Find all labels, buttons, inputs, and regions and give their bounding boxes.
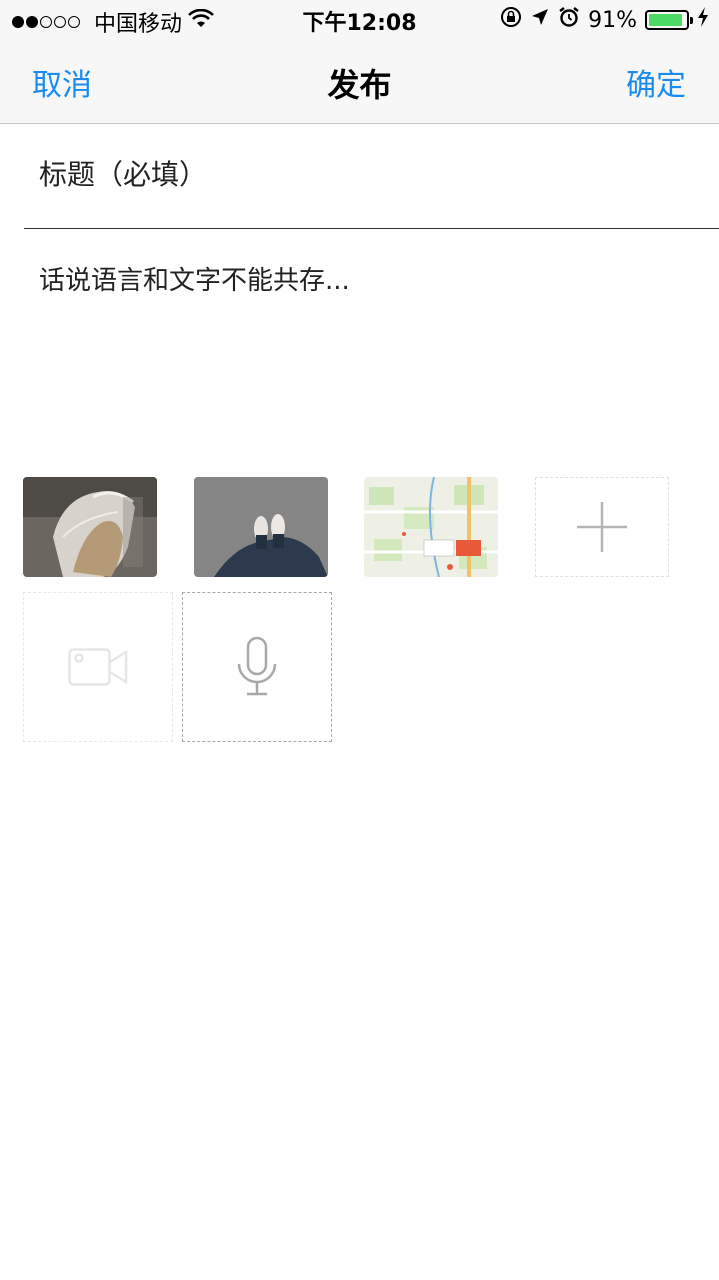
add-photo-button[interactable] bbox=[535, 477, 669, 577]
battery-percent: 91% bbox=[588, 7, 637, 33]
battery-icon bbox=[645, 10, 693, 30]
microphone-icon bbox=[183, 593, 331, 741]
photo-thumbnail[interactable] bbox=[23, 477, 157, 577]
status-right: 91% bbox=[500, 6, 709, 34]
photo-shoes-on-pavement bbox=[194, 477, 328, 577]
photo-thumbnail[interactable] bbox=[364, 477, 498, 577]
title-field bbox=[24, 124, 719, 229]
add-video-button[interactable] bbox=[23, 592, 173, 742]
rotation-lock-icon bbox=[500, 6, 522, 34]
photo-plastic-bag bbox=[23, 477, 157, 577]
photo-map-screenshot bbox=[364, 477, 498, 577]
title-input[interactable] bbox=[39, 154, 679, 194]
status-bar: 中国移动 下午12:08 91% bbox=[0, 0, 719, 40]
body-field bbox=[24, 230, 719, 450]
location-arrow-icon bbox=[530, 7, 550, 33]
body-input[interactable] bbox=[39, 260, 699, 440]
plus-icon bbox=[536, 478, 668, 576]
alarm-icon bbox=[558, 6, 580, 34]
photo-thumbnail[interactable] bbox=[194, 477, 328, 577]
confirm-button[interactable]: 确定 bbox=[626, 60, 686, 104]
nav-bar: 取消 发布 确定 bbox=[0, 40, 719, 124]
add-audio-button[interactable] bbox=[182, 592, 332, 742]
charging-bolt-icon bbox=[697, 7, 709, 33]
battery-level bbox=[649, 14, 682, 26]
page-title: 发布 bbox=[327, 66, 392, 104]
video-camera-icon bbox=[24, 593, 172, 741]
